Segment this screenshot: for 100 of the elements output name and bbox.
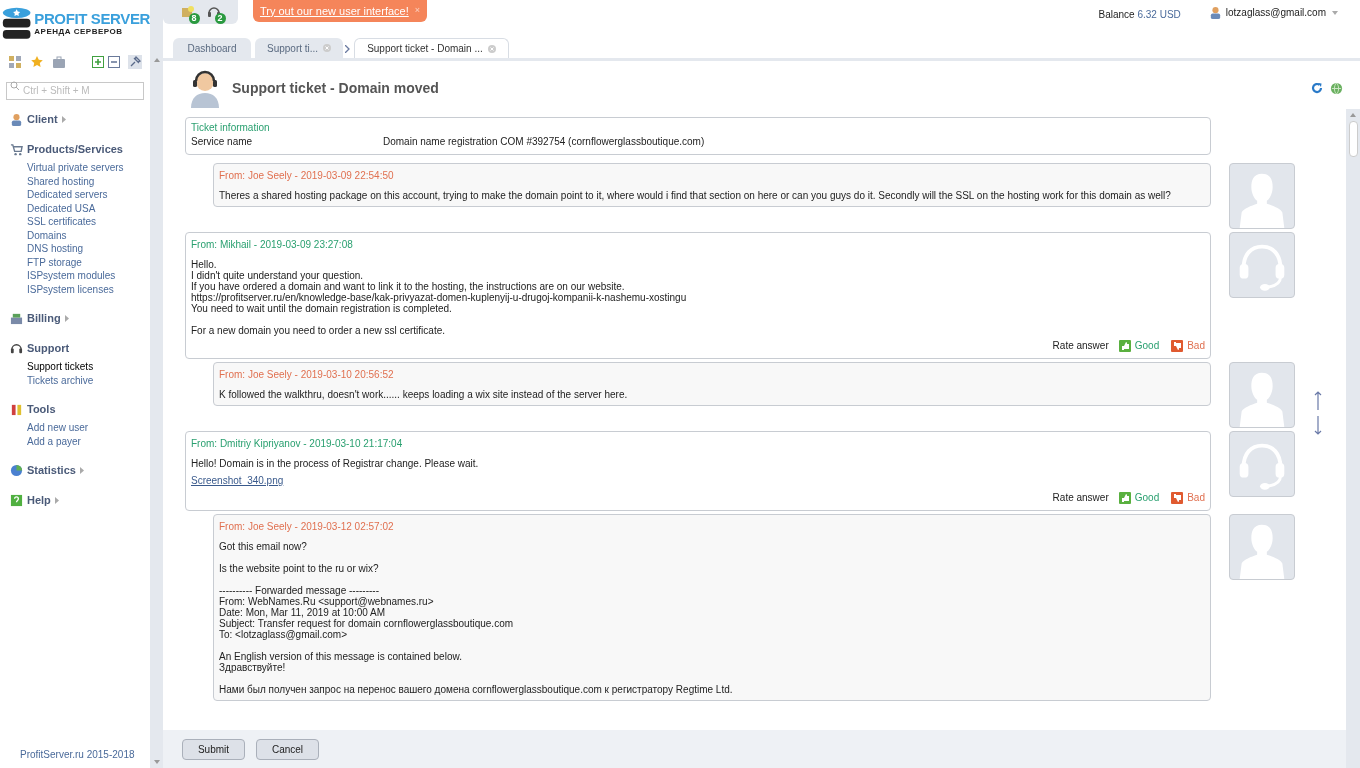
star-icon[interactable] [30,55,44,69]
copyright: ProfitServer.ru 2015-2018 [19,748,136,762]
bad-button[interactable]: Bad [1171,338,1205,353]
sidebar-group[interactable]: Products/Services [10,141,150,157]
message-text: For a new domain you need to order a new ssl certificate. [191,325,447,336]
bad-button[interactable]: Bad [1171,490,1205,505]
sidebar-item[interactable]: Dedicated USA [27,201,150,215]
thumbs-down-icon [1171,339,1184,352]
caret-icon [54,496,59,504]
help-icon [10,493,23,507]
sidebar-item[interactable]: DNS hosting [27,242,150,256]
message-text: Subject: Transfer request for domain cornflowerglassboutique.com [219,618,515,629]
message-header: From: Mikhail - 2019-03-09 23:27:08 [191,238,354,252]
message-text: Is the website point to the ru or wix? [219,563,380,574]
scrollbar[interactable] [1346,109,1360,768]
sidebar-group[interactable]: Tools [10,401,150,417]
good-button[interactable]: Good [1118,490,1160,505]
message-text: If you have ordered a domain and want to link it to the hosting, the instructions are on our website. [191,281,625,292]
user-icon [10,112,23,126]
sidebar-item[interactable]: ISPsystem modules [27,269,150,283]
sidebar-item[interactable]: Tickets archive [27,373,150,387]
grid-icon[interactable] [8,55,22,69]
headset-avatar [1229,431,1295,497]
scroll-down-icon[interactable] [153,760,160,764]
form-button[interactable]: Submit [182,738,245,760]
sidebar-item[interactable]: Virtual private servers [27,161,150,175]
message-header: From: Joe Seely - 2019-03-12 02:57:02 [219,520,395,534]
tools-icon [10,402,23,416]
refresh-icon[interactable] [1311,82,1323,94]
search-field[interactable]: Ctrl + Shift + M [6,81,144,100]
sidebar-group[interactable]: Help [10,492,150,508]
scroll-arrows-icon[interactable] [1314,391,1322,435]
sidebar-item[interactable]: Add new user [27,421,150,435]
attachment-link[interactable]: Screenshot_340.png [191,473,284,488]
sidebar-item[interactable]: Add a payer [27,434,150,448]
caret-icon [79,466,84,474]
close-icon[interactable] [487,44,496,53]
sidebar-item[interactable]: Dedicated servers [27,188,150,202]
pie-chart-icon [10,463,23,477]
headset-icon[interactable] [206,5,221,19]
search-icon [10,81,20,91]
good-button[interactable]: Good [1118,338,1160,353]
sidebar-item[interactable]: Domains [27,228,150,242]
count-badge: 8 [188,13,200,24]
balance-text: Balance 6.32 USD [1098,8,1181,22]
user-avatar [1229,514,1295,580]
tab[interactable]: Dashboard [173,38,251,58]
message-text: Date: Mon, Mar 11, 2019 at 10:00 AM [219,607,386,618]
message-header: From: Dmitriy Kipriyanov - 2019-03-10 21:17:04 [191,437,404,451]
page-title: Support ticket - Domain moved [232,78,439,98]
headset-icon [10,341,23,355]
sidebar-item[interactable]: ISPsystem licenses [27,282,150,296]
scrollbar-thumb[interactable] [1348,121,1358,157]
field-label: Service name [191,136,254,148]
rate-label: Rate answer [1052,339,1109,353]
sidebar-item[interactable]: SSL certificates [27,215,150,229]
tab[interactable]: Support ti... [255,38,344,58]
message-text: From: WebNames.Ru <support@webnames.ru> [219,596,435,607]
user-menu[interactable]: lotzaglass@gmail.com [1208,5,1338,20]
sidebar-group[interactable]: Billing [10,310,150,326]
message-text: To: <lotzaglass@gmail.com> [219,629,348,640]
chevron-icon [345,45,351,53]
message-text: Здравствуйте! [219,662,287,673]
sidebar-item[interactable]: FTP storage [27,255,150,269]
scroll-up-icon[interactable] [153,58,160,62]
user-icon [1208,6,1222,19]
message-text: Hello. [191,259,218,270]
tab[interactable]: Support ticket - Domain ... [354,38,509,58]
logo-tagline: АРЕНДА СЕРВЕРОВ [34,27,124,37]
pin-icon[interactable] [128,55,142,69]
expand-icon[interactable] [92,56,104,68]
briefcase-icon[interactable] [52,55,66,69]
message-header: From: Joe Seely - 2019-03-10 20:56:52 [219,368,395,382]
globe-icon[interactable] [1330,81,1343,95]
sidebar-item[interactable]: Support tickets [27,360,150,374]
sidebar-item[interactable]: Shared hosting [27,174,150,188]
sidebar-group[interactable]: Support [10,340,150,356]
collapse-icon[interactable] [108,56,120,68]
form-button[interactable]: Cancel [256,738,319,760]
message-text: An English version of this message is contained below. [219,651,463,662]
field-value: Domain name registration COM #392754 (cornflowerglassboutique.com) [383,136,705,148]
message-text: You need to wait until the domain registration is completed. [191,303,452,314]
user-avatar [1229,163,1295,229]
message-text: ---------- Forwarded message --------- [219,585,379,596]
message-text: https://profitserver.ru/en/knowledge-base/kak-privyazat-domen-kuplenyij-u-drugoj-kompanii-k-nashemu-xostingu [191,292,688,303]
scroll-up-icon[interactable] [1350,113,1356,117]
user-avatar [1229,362,1295,428]
cash-register-icon [10,311,23,325]
thumbs-up-icon [1118,339,1131,352]
note-icon[interactable] [180,5,195,19]
close-icon[interactable] [323,44,332,52]
message-text: Нами был получен запрос на перенос вашего домена cornflowerglassboutique.com к регистратору Regtime Ltd. [219,684,734,695]
sidebar-group[interactable]: Statistics [10,462,150,478]
sidebar-group[interactable]: Client [10,111,150,127]
section-title: Ticket information [191,122,271,134]
caret-icon [61,115,66,123]
message-text: I didn't quite understand your question. [191,270,364,281]
caret-icon [64,314,69,322]
logo-text: PROFIT SERVER [34,10,150,27]
message-text: Theres a shared hosting package on this account, trying to make the domain point to it, where would i find that section on here or can you guys do it. Secondly will the SSL on the hosting work for this domain as well? [219,190,1172,201]
